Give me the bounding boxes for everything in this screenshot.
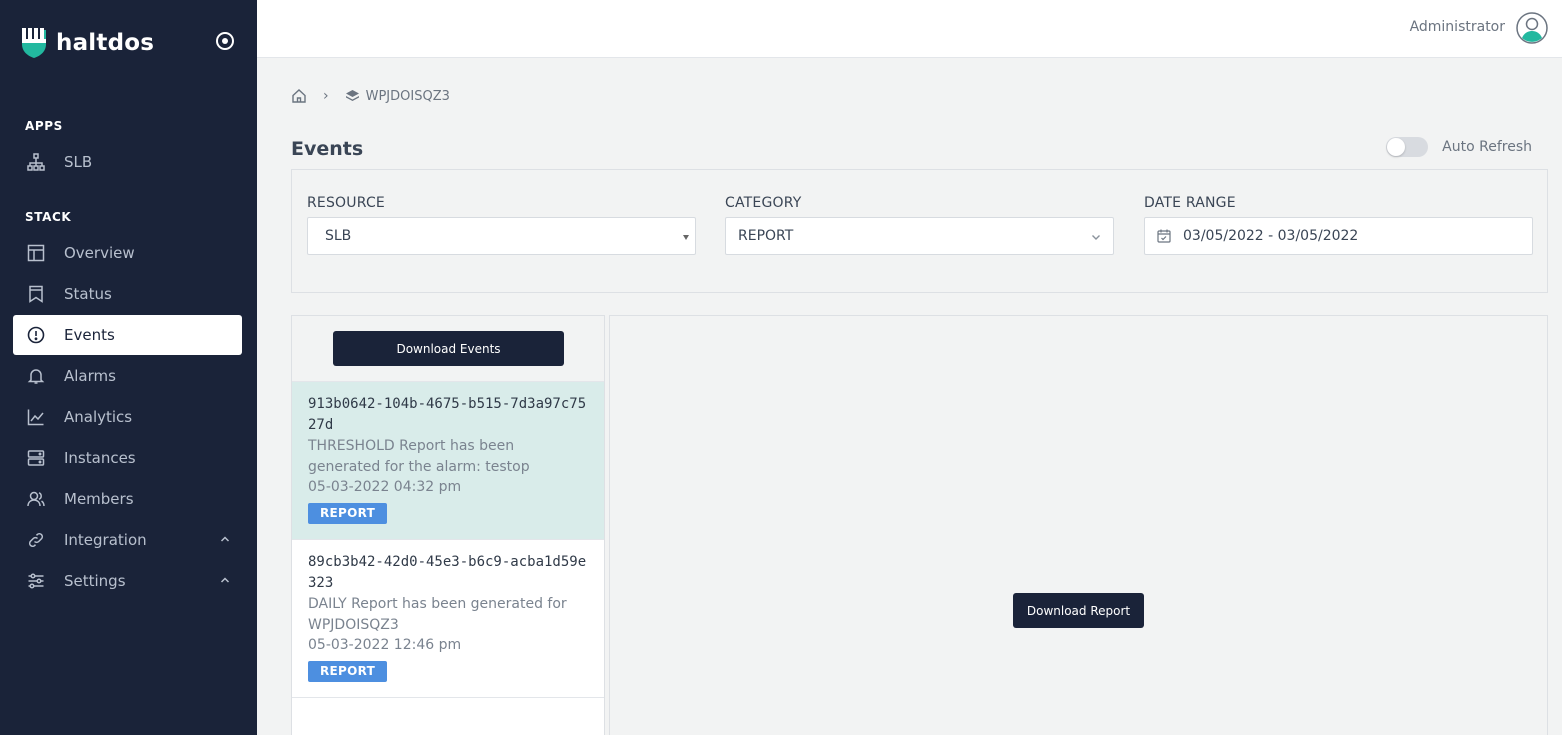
avatar-icon[interactable]: [1516, 12, 1548, 44]
sidebar-item-label: Status: [64, 285, 112, 303]
bookmark-icon: [26, 284, 46, 304]
sidebar-item-integration[interactable]: Integration: [13, 520, 242, 560]
chevron-up-icon: [220, 536, 230, 542]
chart-line-icon: [26, 407, 46, 427]
breadcrumb: › WPJDOISQZ3: [291, 86, 450, 106]
layout-icon: [26, 243, 46, 263]
resource-label: RESOURCE: [307, 195, 385, 211]
user-name[interactable]: Administrator: [1410, 19, 1505, 35]
layers-icon: [345, 89, 359, 101]
caret-down-icon: [683, 235, 689, 240]
sidebar-item-label: Overview: [64, 244, 135, 262]
download-report-button[interactable]: Download Report: [1013, 593, 1144, 628]
date-range-filter: DATE RANGE 03/05/2022 - 03/05/2022: [1144, 195, 1533, 255]
home-icon[interactable]: [291, 88, 307, 104]
sidebar-item-members[interactable]: Members: [13, 479, 242, 519]
target-icon[interactable]: [215, 31, 235, 51]
page-title: Events: [291, 138, 364, 160]
auto-refresh-label: Auto Refresh: [1442, 139, 1532, 155]
brand-name: haltdos: [56, 30, 155, 56]
category-filter: CATEGORY REPORT: [725, 195, 1114, 255]
resource-select[interactable]: SLB: [307, 217, 696, 255]
event-item[interactable]: 913b0642-104b-4675-b515-7d3a97c7527d THR…: [292, 382, 604, 540]
sidebar-item-status[interactable]: Status: [13, 274, 242, 314]
sidebar-item-label: Instances: [64, 449, 136, 467]
breadcrumb-separator: ›: [323, 88, 329, 104]
event-time: 05-03-2022 04:32 pm: [308, 479, 462, 495]
category-label: CATEGORY: [725, 195, 802, 211]
event-message: THRESHOLD Report has been generated for …: [308, 438, 530, 475]
events-list-header: Download Events: [292, 316, 604, 382]
sidebar-item-label: SLB: [64, 153, 93, 171]
event-id: 913b0642-104b-4675-b515-7d3a97c7527d: [308, 396, 587, 433]
download-events-button[interactable]: Download Events: [333, 331, 564, 366]
breadcrumb-current-label: WPJDOISQZ3: [365, 88, 450, 104]
auto-refresh: Auto Refresh: [1386, 137, 1532, 157]
users-icon: [26, 489, 46, 509]
bell-icon: [26, 366, 46, 386]
sidebar-item-settings[interactable]: Settings: [13, 561, 242, 601]
sidebar-item-label: Alarms: [64, 367, 116, 385]
events-list: Download Events 913b0642-104b-4675-b515-…: [291, 315, 605, 735]
sidebar-item-overview[interactable]: Overview: [13, 233, 242, 273]
event-time: 05-03-2022 12:46 pm: [308, 637, 462, 653]
chevron-down-icon: [1092, 235, 1100, 240]
category-select[interactable]: REPORT: [725, 217, 1114, 255]
link-icon: [26, 530, 46, 550]
resource-filter: RESOURCE SLB: [307, 195, 696, 255]
sliders-icon: [26, 571, 46, 591]
resource-value: SLB: [325, 228, 352, 244]
sidebar-item-label: Settings: [64, 572, 126, 590]
sidebar: haltdos APPS SLB STACK Overview Status E…: [0, 0, 257, 735]
sidebar-item-label: Members: [64, 490, 134, 508]
event-tag: REPORT: [308, 503, 387, 524]
event-detail-panel: Download Report: [609, 315, 1548, 735]
chevron-up-icon: [220, 577, 230, 583]
filters-panel: RESOURCE SLB CATEGORY REPORT DATE RANGE …: [291, 169, 1548, 293]
sitemap-icon: [26, 152, 46, 172]
sidebar-item-label: Analytics: [64, 408, 133, 426]
brand[interactable]: haltdos: [20, 27, 154, 59]
auto-refresh-toggle[interactable]: [1386, 137, 1429, 157]
topbar: Administrator: [257, 0, 1562, 58]
date-range-value: 03/05/2022 - 03/05/2022: [1183, 228, 1359, 244]
breadcrumb-current[interactable]: WPJDOISQZ3: [345, 89, 450, 104]
sidebar-item-instances[interactable]: Instances: [13, 438, 242, 478]
event-item[interactable]: 89cb3b42-42d0-45e3-b6c9-acba1d59e323 DAI…: [292, 540, 604, 698]
server-icon: [26, 448, 46, 468]
stack-section-title: STACK: [25, 210, 72, 224]
event-id: 89cb3b42-42d0-45e3-b6c9-acba1d59e323: [308, 554, 587, 591]
sidebar-item-label: Events: [64, 326, 115, 344]
sidebar-item-analytics[interactable]: Analytics: [13, 397, 242, 437]
calendar-icon: [1157, 229, 1171, 243]
category-value: REPORT: [738, 228, 794, 244]
sidebar-item-events[interactable]: Events: [13, 315, 242, 355]
event-message: DAILY Report has been generated for WPJD…: [308, 596, 567, 633]
alert-circle-icon: [26, 325, 46, 345]
date-range-label: DATE RANGE: [1144, 195, 1236, 211]
haltdos-logo-icon: [22, 27, 46, 58]
event-tag: REPORT: [308, 661, 387, 682]
sidebar-item-label: Integration: [64, 531, 147, 549]
apps-section-title: APPS: [25, 119, 63, 133]
sidebar-item-alarms[interactable]: Alarms: [13, 356, 242, 396]
date-range-input[interactable]: 03/05/2022 - 03/05/2022: [1144, 217, 1533, 255]
sidebar-item-slb[interactable]: SLB: [13, 142, 242, 182]
